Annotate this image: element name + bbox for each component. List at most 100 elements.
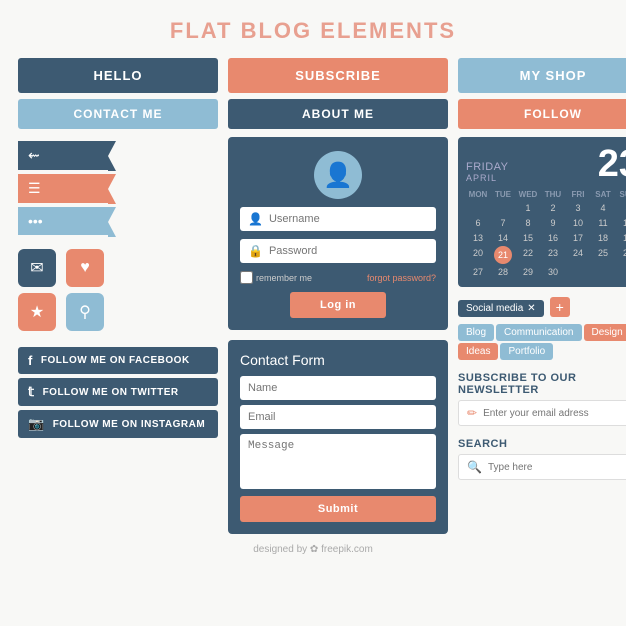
username-field[interactable]: 👤 [240,207,436,231]
login-button[interactable]: Log in [290,292,386,318]
calendar-day[interactable]: 21 [494,246,512,264]
search-input[interactable] [488,462,626,473]
calendar-day[interactable]: 10 [566,216,590,230]
calendar-day [616,265,626,279]
calendar-day-name: FRIDAY [466,161,509,173]
calendar-header-SUN: SUN [616,189,626,200]
left-column: HELLO CONTACT ME ⇜ ☰ ••• ✉ ♥ ★ ⚲ f FOLLO… [18,58,218,534]
calendar-header-THU: THU [541,189,565,200]
calendar-header-SAT: SAT [591,189,615,200]
calendar-day[interactable]: 28 [491,265,515,279]
calendar-day[interactable]: 14 [491,231,515,245]
calendar-day[interactable]: 7 [491,216,515,230]
calendar-day[interactable]: 19 [616,231,626,245]
calendar-day[interactable]: 16 [541,231,565,245]
calendar-day[interactable]: 4 [591,201,615,215]
search-label: SEARCH [458,438,626,450]
calendar-day[interactable]: 17 [566,231,590,245]
login-options: remember me forgot password? [240,271,436,284]
hello-button[interactable]: HELLO [18,58,218,93]
calendar-day[interactable]: 2 [541,201,565,215]
calendar-day[interactable]: 9 [541,216,565,230]
calendar-day[interactable]: 22 [516,246,540,264]
email-input[interactable] [240,405,436,429]
message-input[interactable] [240,434,436,489]
search-icon: 🔍 [467,460,482,474]
mail-button[interactable]: ✉ [18,249,56,287]
myshop-button[interactable]: MY SHOP [458,58,626,93]
tag-item[interactable]: Ideas [458,343,498,360]
remember-me-label[interactable]: remember me [240,271,312,284]
share-ribbon[interactable]: ⇜ [18,141,108,170]
calendar-header-WED: WED [516,189,540,200]
share-icon: ⇜ [28,147,40,164]
calendar-day[interactable]: 23 [541,246,565,264]
add-tag-button[interactable]: + [550,297,570,317]
calendar-day[interactable]: 30 [541,265,565,279]
dots-ribbon[interactable]: ••• [18,207,108,235]
newsletter-section: SUBSCRIBE TO OUR NEWSLETTER ✏ [458,372,626,426]
password-field[interactable]: 🔒 [240,239,436,263]
calendar-day[interactable]: 15 [516,231,540,245]
calendar-day[interactable]: 24 [566,246,590,264]
calendar-header-MON: MON [466,189,490,200]
username-input[interactable] [269,213,428,225]
heart-button[interactable]: ♥ [66,249,104,287]
follow-button[interactable]: FOLLOW [458,99,626,129]
tag-item[interactable]: Blog [458,324,494,341]
contact-me-button[interactable]: CONTACT ME [18,99,218,129]
twitter-button[interactable]: 𝕥 FOLLOW ME ON TWITTER [18,378,218,406]
tag-item[interactable]: Design [584,324,626,341]
calendar-day [466,201,490,215]
menu-ribbon[interactable]: ☰ [18,174,108,203]
twitter-icon: 𝕥 [28,384,35,400]
calendar-day [591,265,615,279]
newsletter-input[interactable] [483,408,626,419]
calendar-day[interactable]: 11 [591,216,615,230]
twitter-label: FOLLOW ME ON TWITTER [43,387,179,398]
calendar-day[interactable]: 6 [466,216,490,230]
calendar-day[interactable]: 8 [516,216,540,230]
calendar-day[interactable]: 1 [516,201,540,215]
facebook-button[interactable]: f FOLLOW ME ON FACEBOOK [18,347,218,374]
calendar-day[interactable]: 25 [591,246,615,264]
name-input[interactable] [240,376,436,400]
avatar: 👤 [314,151,362,199]
facebook-label: FOLLOW ME ON FACEBOOK [41,355,190,366]
dots-icon: ••• [28,213,43,229]
contact-form-title: Contact Form [240,352,436,368]
newsletter-label: SUBSCRIBE TO OUR NEWSLETTER [458,372,626,396]
subscribe-button[interactable]: SUBSCRIBE [228,58,448,93]
calendar-grid: MONTUEWEDTHUFRISATSUN1234567891011121314… [466,189,626,279]
aboutme-button[interactable]: ABOUT ME [228,99,448,129]
submit-button[interactable]: Submit [240,496,436,522]
star-button[interactable]: ★ [18,293,56,331]
calendar-card: FRIDAY APRIL 23 MONTUEWEDTHUFRISATSUN123… [458,137,626,287]
pin-button[interactable]: ⚲ [66,293,104,331]
page-title: FLAT BLOG ELEMENTS [0,0,626,58]
calendar-day[interactable]: 13 [466,231,490,245]
calendar-day[interactable]: 27 [466,265,490,279]
instagram-button[interactable]: 📷 FOLLOW ME ON INSTAGRAM [18,410,218,438]
tag-item[interactable]: Portfolio [500,343,553,360]
newsletter-input-wrapper[interactable]: ✏ [458,400,626,426]
search-section: SEARCH 🔍 [458,438,626,480]
calendar-month: APRIL [466,173,509,183]
calendar-day[interactable]: 20 [466,246,490,264]
tag-item[interactable]: Communication [496,324,581,341]
calendar-day[interactable]: 26 [616,246,626,264]
active-tag[interactable]: Social media ✕ [458,300,544,317]
search-input-wrapper[interactable]: 🔍 [458,454,626,480]
forgot-password-link[interactable]: forgot password? [367,273,436,283]
tags-section: Social media ✕ + BlogCommunicationDesign… [458,297,626,360]
calendar-day[interactable]: 18 [591,231,615,245]
calendar-day[interactable]: 3 [566,201,590,215]
calendar-day[interactable]: 12 [616,216,626,230]
calendar-day[interactable]: 29 [516,265,540,279]
tags-list: BlogCommunicationDesign IdeasPortfolio [458,322,626,360]
calendar-day[interactable]: 5 [616,201,626,215]
login-card: 👤 👤 🔒 remember me forgot password? Log i… [228,137,448,330]
close-icon[interactable]: ✕ [527,303,535,314]
remember-checkbox[interactable] [240,271,253,284]
password-input[interactable] [269,245,428,257]
